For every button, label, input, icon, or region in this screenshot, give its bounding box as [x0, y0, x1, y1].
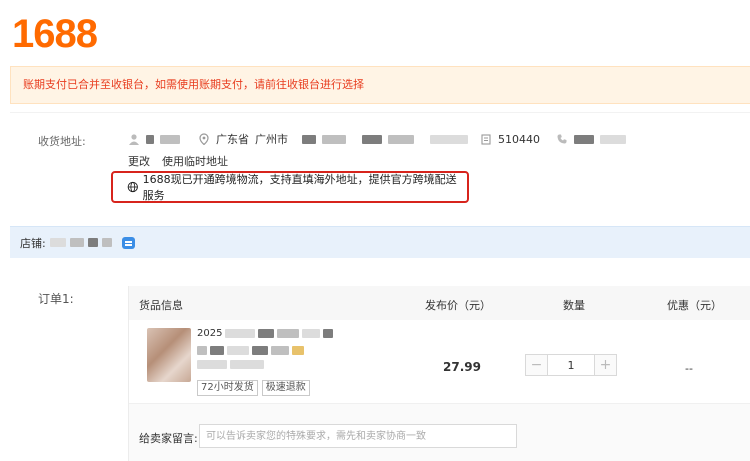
masked-sku-5 — [271, 346, 289, 355]
postal-code: 510440 — [498, 132, 540, 146]
masked-title-5 — [323, 329, 334, 338]
checkout-page: 1688 账期支付已合并至收银台，如需使用账期支付，请前往收银台进行选择 收货地… — [0, 0, 750, 461]
decrement-button[interactable]: − — [526, 355, 548, 375]
chat-icon[interactable] — [121, 236, 135, 249]
header-price: 发布价（元） — [425, 299, 491, 312]
seller-message-input[interactable] — [199, 424, 517, 448]
masked-phone — [574, 134, 594, 144]
payment-notice-banner: 账期支付已合并至收银台，如需使用账期支付，请前往收银台进行选择 — [10, 66, 750, 104]
order-label: 订单1: — [38, 292, 74, 306]
masked-sku-3 — [227, 346, 249, 355]
masked-district — [302, 134, 316, 144]
product-price: 27.99 — [443, 360, 481, 374]
product-spec — [197, 360, 264, 369]
masked-phone-2 — [600, 134, 626, 144]
masked-sku-6 — [292, 346, 304, 355]
masked-spec-2 — [230, 360, 264, 369]
masked-sku-4 — [252, 346, 268, 355]
quantity-stepper: − 1 + — [525, 354, 617, 376]
globe-icon — [127, 181, 138, 193]
product-title-prefix: 2025 — [197, 328, 223, 339]
header-goods: 货品信息 — [139, 299, 183, 312]
masked-sku — [197, 346, 207, 355]
address-city: 广州市 — [255, 133, 288, 146]
logo-1688[interactable]: 1688 — [12, 12, 98, 56]
masked-detail-3 — [430, 134, 468, 144]
address-section: 收货地址: 广东省 广州市 510440 更改 使用临时地址 1688现已开通跨… — [10, 112, 750, 208]
masked-title-3 — [277, 329, 300, 338]
seller-message-row: 给卖家留言: — [129, 404, 750, 461]
masked-name — [146, 134, 154, 144]
goods-table-header: 货品信息 发布价（元） 数量 优惠（元） — [129, 286, 750, 320]
masked-shop-name-4 — [101, 238, 112, 247]
masked-title-2 — [258, 329, 275, 338]
shop-label: 店铺: — [20, 236, 46, 250]
masked-name-2 — [160, 134, 180, 144]
header-discount: 优惠（元） — [667, 299, 722, 312]
masked-detail — [362, 134, 382, 144]
masked-shop-name-2 — [69, 238, 84, 247]
address-row: 广东省 广州市 510440 — [128, 131, 626, 147]
header-quantity: 数量 — [563, 299, 585, 312]
address-province: 广东省 — [216, 133, 249, 146]
table-row: 2025 72小时发货 极速退款 27.99 − 1 + -- — [129, 320, 750, 404]
postcode-icon — [481, 134, 491, 145]
masked-shop-name-3 — [87, 238, 98, 247]
goods-table: 货品信息 发布价（元） 数量 优惠（元） 2025 72小时发货 极速退款 27… — [128, 286, 750, 461]
masked-sku-2 — [210, 346, 224, 355]
tag-72h-shipping: 72小时发货 — [197, 380, 258, 396]
masked-spec — [197, 360, 227, 369]
quantity-value[interactable]: 1 — [548, 355, 594, 375]
masked-title — [225, 329, 256, 338]
crossborder-text: 1688现已开通跨境物流，支持直填海外地址，提供官方跨境配送服务 — [142, 173, 457, 202]
change-address-link[interactable]: 更改 — [128, 153, 150, 169]
masked-title-4 — [302, 329, 321, 338]
increment-button[interactable]: + — [594, 355, 616, 375]
phone-icon — [557, 134, 567, 144]
address-actions: 更改 使用临时地址 — [128, 153, 228, 169]
discount-value: -- — [685, 362, 693, 375]
product-thumbnail[interactable] — [147, 328, 191, 382]
address-label: 收货地址: — [38, 135, 86, 148]
masked-street — [322, 134, 346, 144]
use-temp-address-link[interactable]: 使用临时地址 — [162, 153, 228, 169]
masked-detail-2 — [388, 134, 414, 144]
crossborder-shipping-notice: 1688现已开通跨境物流，支持直填海外地址，提供官方跨境配送服务 — [111, 171, 469, 203]
product-tags: 72小时发货 极速退款 — [197, 380, 310, 396]
message-label: 给卖家留言: — [139, 432, 198, 445]
shop-bar: 店铺: — [10, 226, 750, 258]
location-pin-icon — [199, 133, 209, 145]
product-sku — [197, 346, 304, 355]
user-icon — [129, 134, 139, 145]
tag-fast-refund: 极速退款 — [261, 380, 310, 396]
product-title[interactable]: 2025 — [197, 328, 334, 339]
masked-shop-name — [49, 238, 66, 247]
